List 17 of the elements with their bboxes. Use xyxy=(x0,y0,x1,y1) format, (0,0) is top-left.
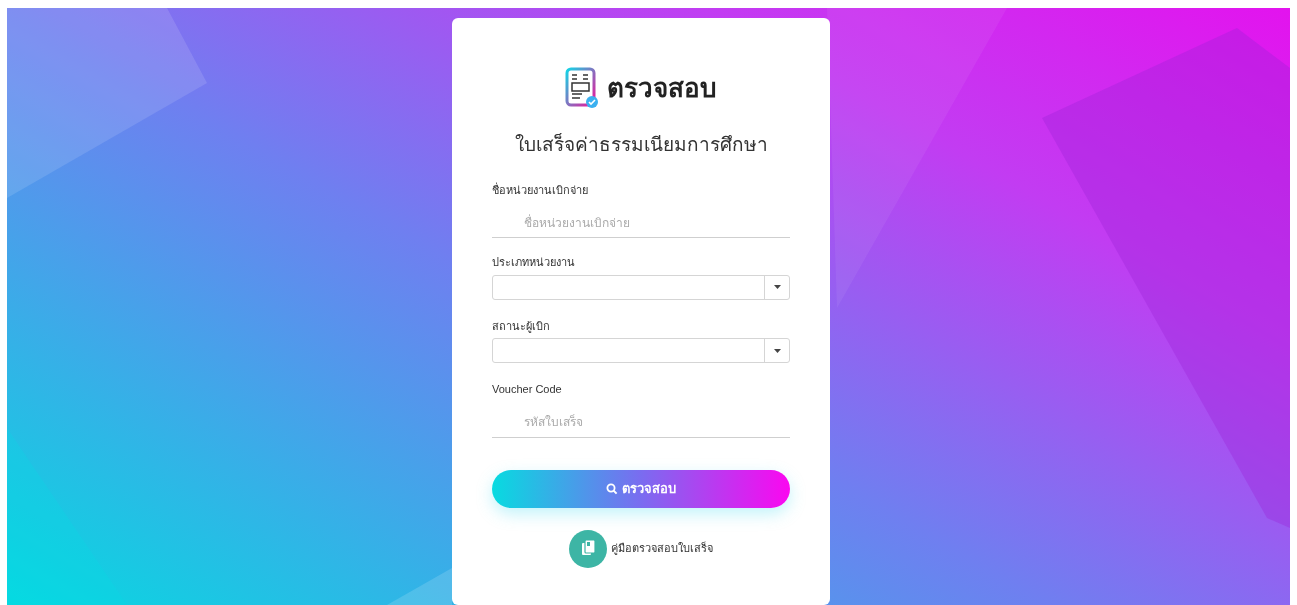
check-button[interactable]: ตรวจสอบ xyxy=(492,469,790,508)
logo-title: ตรวจสอบ xyxy=(607,71,717,105)
field-label: ประเภทหน่วยงาน xyxy=(492,255,576,270)
page-heading: ใบเสร็จค่าธรรมเนียมการศึกษา xyxy=(513,132,769,157)
caret-icon xyxy=(773,348,781,353)
input-field[interactable]: ชื่อหน่วยงานเบิกจ่าย xyxy=(492,208,790,238)
field-label: ชื่อหน่วยงานเบิกจ่าย xyxy=(492,181,589,198)
book-icon xyxy=(569,529,607,568)
field-label: Voucher Code xyxy=(492,382,563,397)
caret-icon xyxy=(773,285,781,289)
document-check-icon xyxy=(565,67,599,109)
dropdown-field[interactable] xyxy=(492,274,790,300)
search-icon xyxy=(606,482,618,495)
dropdown-field[interactable] xyxy=(492,338,790,363)
input-field[interactable]: รหัสใบเสร็จ xyxy=(492,407,790,438)
manual-link[interactable]: คู่มือตรวจสอบใบเสร็จ xyxy=(569,529,713,568)
field-label: สถานะผู้เบิก xyxy=(492,318,551,334)
